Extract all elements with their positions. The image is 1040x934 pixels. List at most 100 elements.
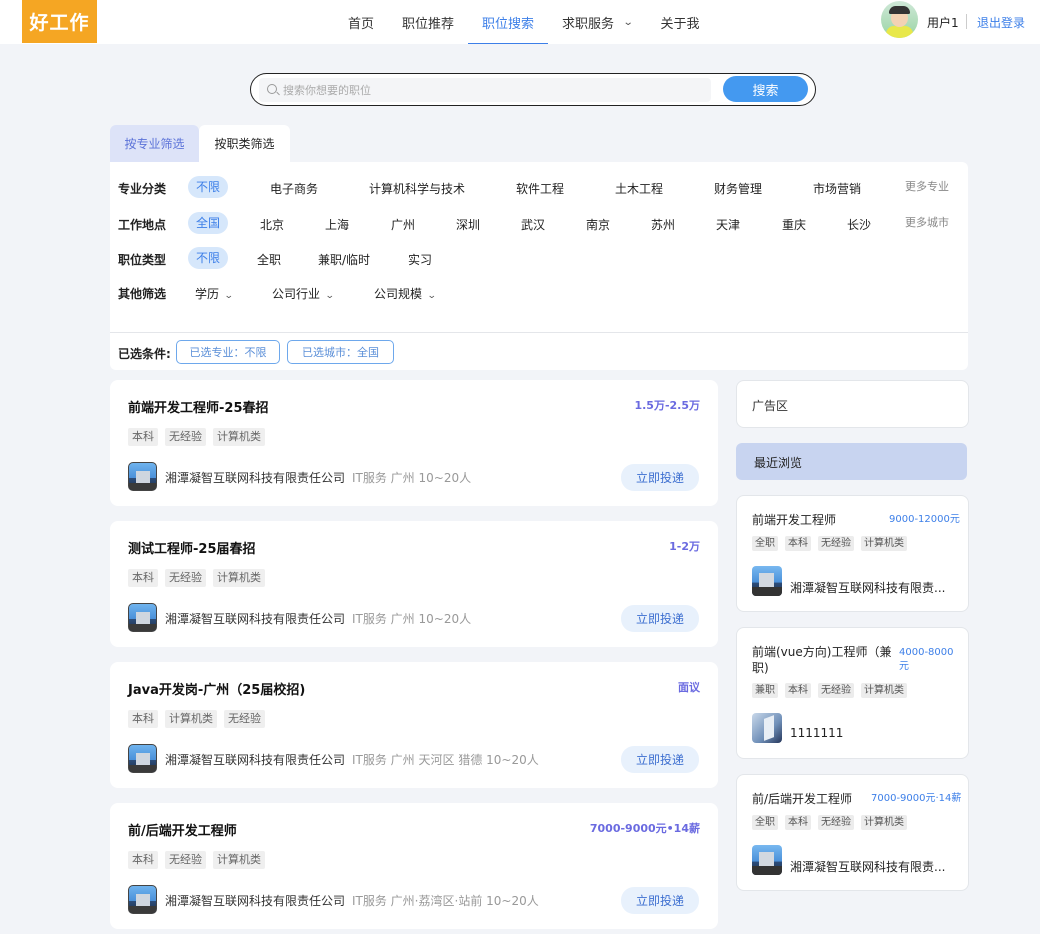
filter-label-city: 工作地点 (118, 218, 167, 232)
major-option[interactable]: 财务管理 (714, 180, 762, 197)
job-tags: 本科 无经验 计算机类 (128, 428, 272, 446)
apply-button[interactable]: 立即投递 (621, 746, 699, 773)
company-logo (128, 885, 157, 914)
apply-button[interactable]: 立即投递 (621, 464, 699, 491)
city-option[interactable]: 全国 (188, 212, 229, 234)
company-logo (128, 603, 157, 632)
job-tag: 无经验 (165, 569, 206, 587)
recent-job-salary: 9000-12000元 (889, 514, 960, 525)
selected-conditions-label: 已选条件: (118, 347, 171, 361)
nav-recommend[interactable]: 职位推荐 (388, 0, 468, 44)
company-logo (752, 713, 782, 743)
recent-job-card[interactable]: 前/后端开发工程师 7000-9000元·14薪 全职 本科 无经验 计算机类 … (736, 774, 969, 891)
job-tag: 计算机类 (213, 851, 265, 869)
company-logo (128, 462, 157, 491)
company-logo (128, 744, 157, 773)
type-option[interactable]: 全职 (257, 251, 281, 268)
city-option[interactable]: 天津 (716, 216, 740, 233)
job-card[interactable]: 测试工程师-25届春招 1-2万 本科 无经验 计算机类 湘潭凝智互联网科技有限… (110, 521, 718, 647)
company-size-dropdown-label: 公司规模 (374, 287, 423, 301)
job-tags: 本科 无经验 计算机类 (128, 851, 272, 869)
major-option[interactable]: 土木工程 (615, 180, 663, 197)
city-option[interactable]: 深圳 (456, 216, 480, 233)
company-size-dropdown[interactable]: 公司规模 ⌄ (374, 285, 437, 302)
city-option[interactable]: 上海 (325, 216, 349, 233)
tab-filter-by-category[interactable]: 按职类筛选 (199, 125, 290, 162)
city-option[interactable]: 广州 (391, 216, 415, 233)
major-option[interactable]: 市场营销 (813, 180, 861, 197)
filter-row-other: 其他筛选 学历 ⌄ 公司行业 ⌄ 公司规模 ⌄ (110, 281, 968, 305)
divider (110, 332, 968, 333)
chevron-down-icon: ⌄ (324, 291, 335, 301)
recent-job-tags: 全职 本科 无经验 计算机类 (752, 815, 914, 830)
more-cities-link[interactable]: 更多城市 (905, 214, 949, 230)
company-info: IT服务 广州 10~20人 (352, 471, 472, 485)
selected-major-chip[interactable]: 已选专业：不限 (176, 340, 280, 364)
selected-city-chip[interactable]: 已选城市：全国 (287, 340, 394, 364)
nav-about[interactable]: 关于我 (646, 0, 713, 44)
job-tag: 本科 (128, 710, 158, 728)
job-tag: 计算机类 (861, 683, 907, 698)
logout-link[interactable]: 退出登录 (977, 14, 1025, 31)
type-option[interactable]: 实习 (408, 251, 432, 268)
city-option[interactable]: 南京 (586, 216, 610, 233)
industry-dropdown[interactable]: 公司行业 ⌄ (272, 285, 335, 302)
major-option[interactable]: 软件工程 (516, 180, 564, 197)
city-option[interactable]: 苏州 (651, 216, 675, 233)
search-input[interactable] (283, 80, 703, 100)
nav-job-services[interactable]: 求职服务 ⌄ (548, 0, 646, 44)
tab-filter-by-major[interactable]: 按专业筛选 (110, 125, 199, 162)
job-card[interactable]: 前/后端开发工程师 7000-9000元•14薪 本科 无经验 计算机类 湘潭凝… (110, 803, 718, 929)
job-tag: 全职 (752, 536, 778, 551)
recent-job-title[interactable]: 前端开发工程师 (752, 512, 836, 528)
username[interactable]: 用户1 (927, 14, 959, 31)
recent-job-card[interactable]: 前端开发工程师 9000-12000元 全职 本科 无经验 计算机类 湘潭凝智互… (736, 495, 969, 612)
type-option[interactable]: 兼职/临时 (318, 251, 370, 268)
search-button[interactable]: 搜索 (723, 76, 808, 102)
company-info: IT服务 广州 10~20人 (352, 612, 472, 626)
job-title[interactable]: 前端开发工程师-25春招 (128, 397, 269, 416)
company-name[interactable]: 湘潭凝智互联网科技有限责任公司 (165, 610, 345, 627)
city-option[interactable]: 北京 (260, 216, 284, 233)
job-card[interactable]: 前端开发工程师-25春招 1.5万-2.5万 本科 无经验 计算机类 湘潭凝智互… (110, 380, 718, 506)
job-card[interactable]: Java开发岗-广州（25届校招) 面议 本科 计算机类 无经验 湘潭凝智互联网… (110, 662, 718, 788)
job-title[interactable]: 测试工程师-25届春招 (128, 538, 256, 557)
job-tag: 计算机类 (213, 569, 265, 587)
city-option[interactable]: 长沙 (847, 216, 871, 233)
main-nav: 首页 职位推荐 职位搜索 求职服务 ⌄ 关于我 (334, 0, 713, 44)
company-name[interactable]: 湘潭凝智互联网科技有限责任公司 (165, 892, 345, 909)
company-name[interactable]: 湘潭凝智互联网科技有限责任公司 (165, 469, 345, 486)
recent-job-title[interactable]: 前/后端开发工程师 (752, 791, 852, 807)
city-option[interactable]: 武汉 (521, 216, 545, 233)
job-tag: 全职 (752, 815, 778, 830)
search-field-wrapper (259, 78, 711, 102)
job-tag: 无经验 (818, 815, 854, 830)
job-tag: 计算机类 (165, 710, 217, 728)
major-option[interactable]: 计算机科学与技术 (369, 180, 465, 197)
job-title[interactable]: 前/后端开发工程师 (128, 820, 237, 839)
city-option[interactable]: 重庆 (782, 216, 806, 233)
filter-label-type: 职位类型 (118, 253, 167, 267)
company-name[interactable]: 湘潭凝智互联网科技有限责任公司 (165, 751, 345, 768)
nav-home[interactable]: 首页 (334, 0, 388, 44)
job-title[interactable]: Java开发岗-广州（25届校招) (128, 679, 305, 698)
job-tag: 本科 (785, 536, 811, 551)
recent-job-card[interactable]: 前端(vue方向)工程师（兼职) 4000-8000元 兼职 本科 无经验 计算… (736, 627, 969, 759)
company-logo (752, 845, 782, 875)
site-logo[interactable]: 好工作 (22, 0, 97, 43)
search-bar: 搜索 (250, 73, 816, 106)
job-tag: 计算机类 (861, 536, 907, 551)
avatar[interactable] (881, 1, 918, 38)
major-option[interactable]: 电子商务 (270, 180, 318, 197)
nav-job-search[interactable]: 职位搜索 (468, 0, 549, 44)
apply-button[interactable]: 立即投递 (621, 887, 699, 914)
education-dropdown[interactable]: 学历 ⌄ (195, 285, 234, 302)
type-option[interactable]: 不限 (188, 247, 229, 269)
major-option[interactable]: 不限 (188, 176, 229, 198)
recent-job-company: 湘潭凝智互联网科技有限责... (790, 860, 946, 874)
top-navbar: 好工作 首页 职位推荐 职位搜索 求职服务 ⌄ 关于我 用户1 退出登录 (0, 0, 1040, 44)
recent-job-title[interactable]: 前端(vue方向)工程师（兼职) (752, 644, 892, 676)
more-majors-link[interactable]: 更多专业 (905, 178, 949, 194)
job-tag: 兼职 (752, 683, 778, 698)
apply-button[interactable]: 立即投递 (621, 605, 699, 632)
